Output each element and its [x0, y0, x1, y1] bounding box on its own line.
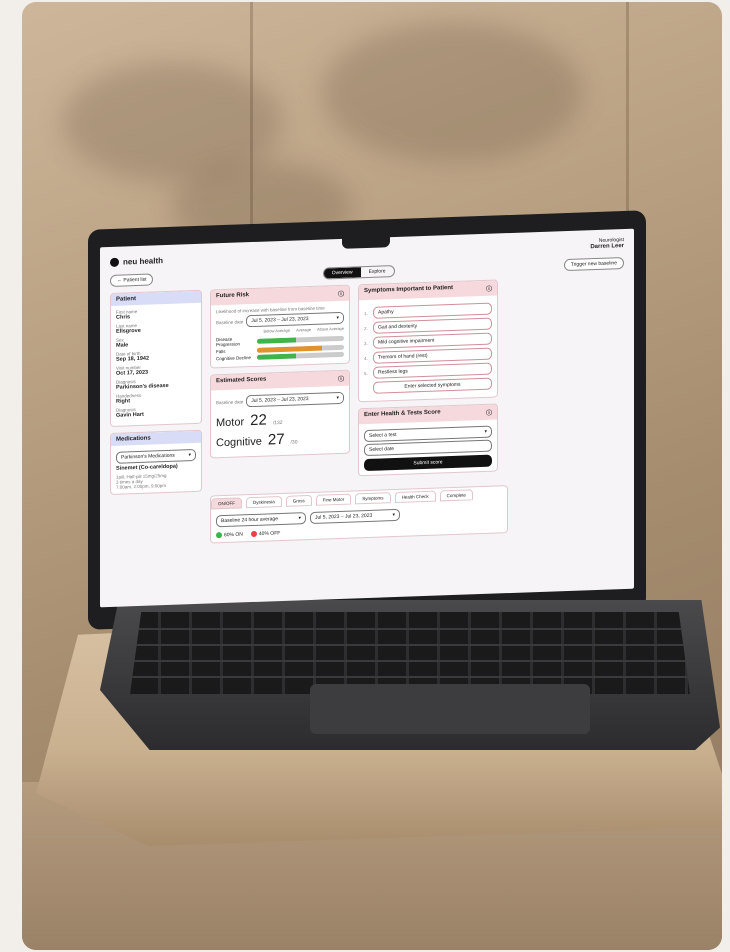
enter-symptoms-button[interactable]: Enter selected symptoms — [373, 377, 492, 394]
symptom-number: 4. — [364, 355, 368, 361]
tab-1[interactable]: Dyskinesia — [246, 495, 282, 509]
laptop: neu health Neurologist Darren Leer ← Pat… — [0, 0, 730, 952]
submit-score-button[interactable]: Submit score — [364, 454, 492, 472]
symptom-label: Gait and dexterity — [373, 317, 492, 334]
risk-bar-fill — [257, 336, 297, 344]
brand-logo: neu health — [110, 256, 163, 267]
risk-row-label: Falls — [216, 348, 226, 355]
trackpad — [310, 684, 590, 734]
estimated-scores-card: Estimated Scores ⓘ Baseline date Jul 5, 2… — [210, 369, 350, 459]
chevron-down-icon: ▾ — [336, 314, 339, 322]
tab-3[interactable]: Fine Motor — [315, 493, 352, 506]
symptom-item[interactable]: 4. Tremors of hand (rest) — [364, 347, 492, 364]
info-icon[interactable]: ⓘ — [338, 289, 344, 298]
range-select[interactable]: Baseline 24 hour average ▾ — [216, 512, 306, 528]
risk-column-header: Above Average — [316, 325, 344, 332]
legend-on: 60% ON — [216, 531, 243, 538]
symptom-label: Tremors of hand (rest) — [373, 347, 492, 364]
logo-icon — [110, 257, 119, 267]
user-info[interactable]: Neurologist Darren Leer — [590, 237, 624, 251]
tab-5[interactable]: Health Check — [394, 490, 436, 504]
risk-column-header: Below Average — [263, 327, 291, 334]
symptom-number: 2. — [364, 325, 368, 331]
chevron-down-icon: ▾ — [484, 428, 487, 435]
view-toggle: Overview Explore — [322, 265, 395, 280]
camera-notch — [342, 233, 390, 249]
symptom-number: 3. — [364, 340, 368, 346]
chevron-down-icon: ▾ — [188, 452, 191, 459]
health-score-card: Enter Health & Tests Score ⓘ Select a tes… — [358, 403, 498, 477]
symptoms-card: Symptoms Important to Patient ⓘ 1. Apathy 2… — [358, 279, 498, 403]
baseline-date-select[interactable]: Jul 5, 2023 – Jul 23, 2023 ▾ — [246, 311, 344, 328]
risk-bar-fill — [257, 345, 323, 353]
medications-card: Medications Parkinson's Medications ▾ Sin… — [110, 429, 202, 495]
user-name: Darren Leer — [590, 243, 624, 251]
tab-6[interactable]: Complete — [439, 489, 473, 502]
symptom-label: Apathy — [373, 302, 492, 319]
trigger-baseline-button[interactable]: Trigger new baseline — [563, 257, 624, 272]
risk-bar — [257, 335, 344, 344]
symptom-item[interactable]: 5. Restless legs — [364, 362, 492, 379]
info-icon[interactable]: ⓘ — [486, 284, 492, 293]
symptom-label: Restless legs — [373, 362, 492, 379]
chevron-down-icon: ▾ — [336, 394, 339, 402]
info-icon[interactable]: ⓘ — [338, 374, 344, 383]
medication-select[interactable]: Parkinson's Medications ▾ — [116, 448, 196, 464]
tab-0[interactable]: ON/OFF — [211, 497, 242, 510]
toggle-explore[interactable]: Explore — [361, 266, 394, 277]
symptom-number: 5. — [364, 370, 368, 376]
symptom-label: Mild cognitive impairment — [373, 332, 492, 349]
bottom-date-select[interactable]: Jul 5, 2023 – Jul 23, 2023 ▾ — [310, 508, 400, 524]
risk-column-header: Average — [296, 326, 311, 333]
symptom-item[interactable]: 2. Gait and dexterity — [364, 317, 492, 334]
patient-card: Patient First name Chris Last name Ellsgrov… — [110, 289, 202, 427]
tab-4[interactable]: Symptoms — [355, 492, 391, 505]
tab-2[interactable]: Gross — [285, 494, 312, 507]
risk-row-label: Disease Progression — [216, 336, 241, 348]
risk-bar-fill — [257, 353, 297, 360]
chevron-down-icon: ▾ — [392, 512, 395, 519]
date-input[interactable]: Select date — [364, 439, 492, 457]
symptom-number: 1. — [364, 310, 368, 316]
motor-score: Motor 22/132 — [216, 411, 283, 430]
toggle-overview[interactable]: Overview — [323, 267, 361, 279]
symptom-item[interactable]: 1. Apathy — [364, 302, 492, 319]
scores-date-select[interactable]: Jul 5, 2023 – Jul 23, 2023 ▾ — [246, 391, 344, 408]
cognitive-score: Cognitive 27/30 — [216, 430, 298, 450]
keyboard — [130, 612, 690, 694]
medication-item: Sinemet (Co-careldopa) — [116, 463, 178, 472]
back-to-patient-list-button[interactable]: ← Patient list — [110, 273, 154, 287]
risk-row-label: Cognitive Decline — [216, 355, 252, 362]
laptop-screen: neu health Neurologist Darren Leer ← Pat… — [100, 228, 634, 608]
risk-bar — [257, 351, 344, 360]
baseline-label: Baseline date — [216, 318, 244, 325]
info-icon[interactable]: ⓘ — [486, 408, 492, 417]
scores-baseline-label: Baseline date — [216, 398, 244, 405]
future-risk-card: Future Risk ⓘ Likelihood of increase with… — [210, 284, 350, 369]
brand-name: neu health — [123, 255, 164, 267]
chevron-down-icon: ▾ — [298, 515, 301, 522]
legend-off: 40% OFF — [250, 530, 280, 537]
symptom-item[interactable]: 3. Mild cognitive impairment — [364, 332, 492, 349]
